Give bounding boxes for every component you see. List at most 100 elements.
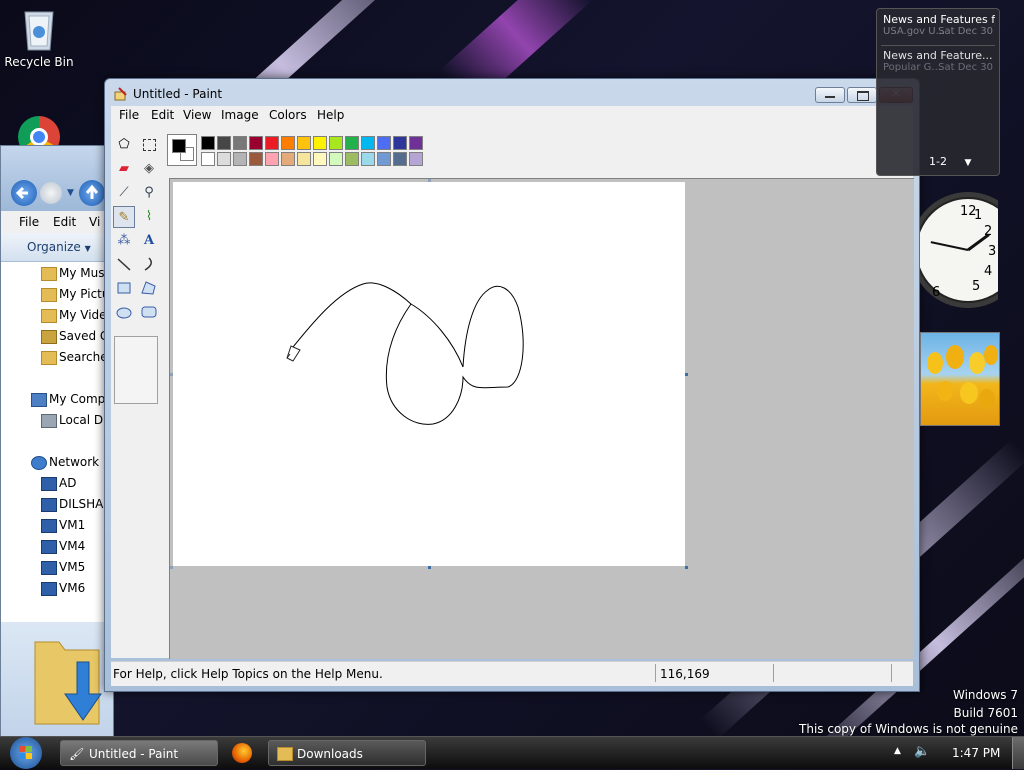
menu-view[interactable]: View — [183, 108, 211, 122]
tool-eraser[interactable]: ▰ — [113, 158, 135, 180]
explorer-menu-file[interactable]: File — [19, 215, 39, 229]
tool-ellipse[interactable] — [113, 302, 135, 324]
palette-color-swatch[interactable] — [377, 136, 391, 150]
status-coords-panel: 116,169 — [655, 664, 772, 682]
folder-icon — [277, 747, 293, 761]
firefox-icon[interactable] — [232, 743, 252, 763]
show-hidden-icons[interactable]: ▲ — [894, 746, 901, 756]
paint-app-icon — [114, 87, 127, 101]
back-button[interactable] — [11, 180, 37, 206]
palette-color-swatch[interactable] — [201, 136, 215, 150]
maximize-button[interactable] — [847, 87, 877, 103]
slideshow-gadget[interactable] — [920, 332, 1000, 426]
explorer-menu-view[interactable]: Vi — [89, 215, 100, 229]
tool-free-form-select[interactable]: ⬠ — [113, 134, 135, 156]
menu-edit[interactable]: Edit — [151, 108, 174, 122]
resize-grip[interactable] — [891, 664, 912, 682]
palette-color-swatch[interactable] — [233, 136, 247, 150]
palette-color-swatch[interactable] — [345, 152, 359, 166]
taskbar-button-paint[interactable]: 🖌 Untitled - Paint — [60, 740, 218, 766]
nav-item-my-computer[interactable]: My Comp — [49, 389, 105, 409]
show-desktop-button[interactable] — [1012, 737, 1024, 769]
tool-brush[interactable]: ⌇ — [138, 206, 160, 228]
palette-color-swatch[interactable] — [345, 136, 359, 150]
tool-magnifier[interactable]: ⚲ — [138, 182, 160, 204]
palette-color-swatch[interactable] — [329, 152, 343, 166]
menu-file[interactable]: File — [119, 108, 139, 122]
palette-color-swatch[interactable] — [409, 152, 423, 166]
palette-color-swatch[interactable] — [201, 152, 215, 166]
palette-color-swatch[interactable] — [313, 136, 327, 150]
nav-item-vm5[interactable]: VM5 — [59, 557, 85, 577]
palette-color-swatch[interactable] — [297, 152, 311, 166]
nav-item-vm1[interactable]: VM1 — [59, 515, 85, 535]
tool-options-box[interactable] — [114, 336, 158, 404]
palette-color-swatch[interactable] — [265, 136, 279, 150]
menu-image[interactable]: Image — [221, 108, 259, 122]
palette-color-swatch[interactable] — [249, 152, 263, 166]
menu-help[interactable]: Help — [317, 108, 344, 122]
palette-color-swatch[interactable] — [249, 136, 263, 150]
nav-item-my-videos[interactable]: My Vide — [59, 305, 107, 325]
menu-colors[interactable]: Colors — [269, 108, 307, 122]
system-clock[interactable]: 1:47 PM — [952, 746, 1000, 760]
organize-button[interactable]: Organize ▼ — [27, 240, 91, 254]
news-item-title: News and Features f... — [883, 13, 995, 26]
news-pager[interactable]: 1-2 ▼ — [929, 155, 971, 168]
palette-color-swatch[interactable] — [233, 152, 247, 166]
canvas-resize-handle-right[interactable] — [685, 373, 688, 376]
tool-rectangle[interactable] — [113, 278, 135, 300]
tool-polygon[interactable] — [138, 278, 160, 300]
nav-item-vm4[interactable]: VM4 — [59, 536, 85, 556]
nav-item-ad[interactable]: AD — [59, 473, 76, 493]
palette-color-swatch[interactable] — [377, 152, 391, 166]
tool-rounded-rectangle[interactable] — [138, 302, 160, 324]
palette-color-swatch[interactable] — [281, 152, 295, 166]
palette-color-swatch[interactable] — [329, 136, 343, 150]
drawing-canvas[interactable] — [173, 182, 685, 566]
canvas-resize-handle-bottom[interactable] — [428, 566, 431, 569]
palette-color-swatch[interactable] — [393, 152, 407, 166]
news-item[interactable]: News and Feature... Popular G... Sat Dec… — [883, 49, 995, 73]
network-computer-icon — [41, 498, 57, 512]
palette-color-swatch[interactable] — [409, 136, 423, 150]
news-item[interactable]: News and Features f... USA.gov U... Sat … — [883, 13, 995, 37]
nav-item-saved-games[interactable]: Saved G — [59, 326, 109, 346]
current-colors-box[interactable] — [167, 134, 197, 166]
nav-item-my-pictures[interactable]: My Pictu — [59, 284, 109, 304]
history-dropdown-icon[interactable]: ▼ — [67, 188, 74, 198]
palette-color-swatch[interactable] — [313, 152, 327, 166]
nav-item-network[interactable]: Network — [49, 452, 99, 472]
tool-line[interactable] — [113, 254, 135, 276]
palette-color-swatch[interactable] — [361, 136, 375, 150]
palette-color-swatch[interactable] — [297, 136, 311, 150]
nav-item-local-disk[interactable]: Local Di — [59, 410, 107, 430]
forward-button[interactable] — [40, 182, 62, 204]
tool-pick-color[interactable]: ⟋ — [113, 182, 135, 204]
canvas-resize-handle-corner[interactable] — [685, 566, 688, 569]
taskbar-button-downloads[interactable]: Downloads — [268, 740, 426, 766]
explorer-details-pane — [1, 622, 113, 736]
videos-folder-icon — [41, 309, 57, 323]
minimize-button[interactable] — [815, 87, 845, 103]
palette-color-swatch[interactable] — [265, 152, 279, 166]
nav-item-my-music[interactable]: My Mus — [59, 263, 104, 283]
palette-color-swatch[interactable] — [217, 152, 231, 166]
tool-fill[interactable]: ◈ — [138, 158, 160, 180]
tool-curve[interactable] — [138, 254, 160, 276]
palette-color-swatch[interactable] — [217, 136, 231, 150]
palette-color-swatch[interactable] — [393, 136, 407, 150]
start-button[interactable] — [6, 737, 46, 769]
tool-airbrush[interactable]: ⁂ — [113, 230, 135, 252]
desktop-icon-recycle-bin[interactable]: Recycle Bin — [4, 6, 74, 69]
tool-pencil[interactable]: ✎ — [113, 206, 135, 228]
tool-select[interactable] — [138, 134, 160, 156]
volume-icon[interactable]: 🔈 — [914, 744, 930, 759]
up-button[interactable] — [79, 180, 105, 206]
palette-color-swatch[interactable] — [281, 136, 295, 150]
status-coordinates: 116,169 — [660, 667, 710, 681]
palette-color-swatch[interactable] — [361, 152, 375, 166]
explorer-menu-edit[interactable]: Edit — [53, 215, 76, 229]
nav-item-vm6[interactable]: VM6 — [59, 578, 85, 598]
tool-text[interactable]: A — [138, 230, 160, 252]
